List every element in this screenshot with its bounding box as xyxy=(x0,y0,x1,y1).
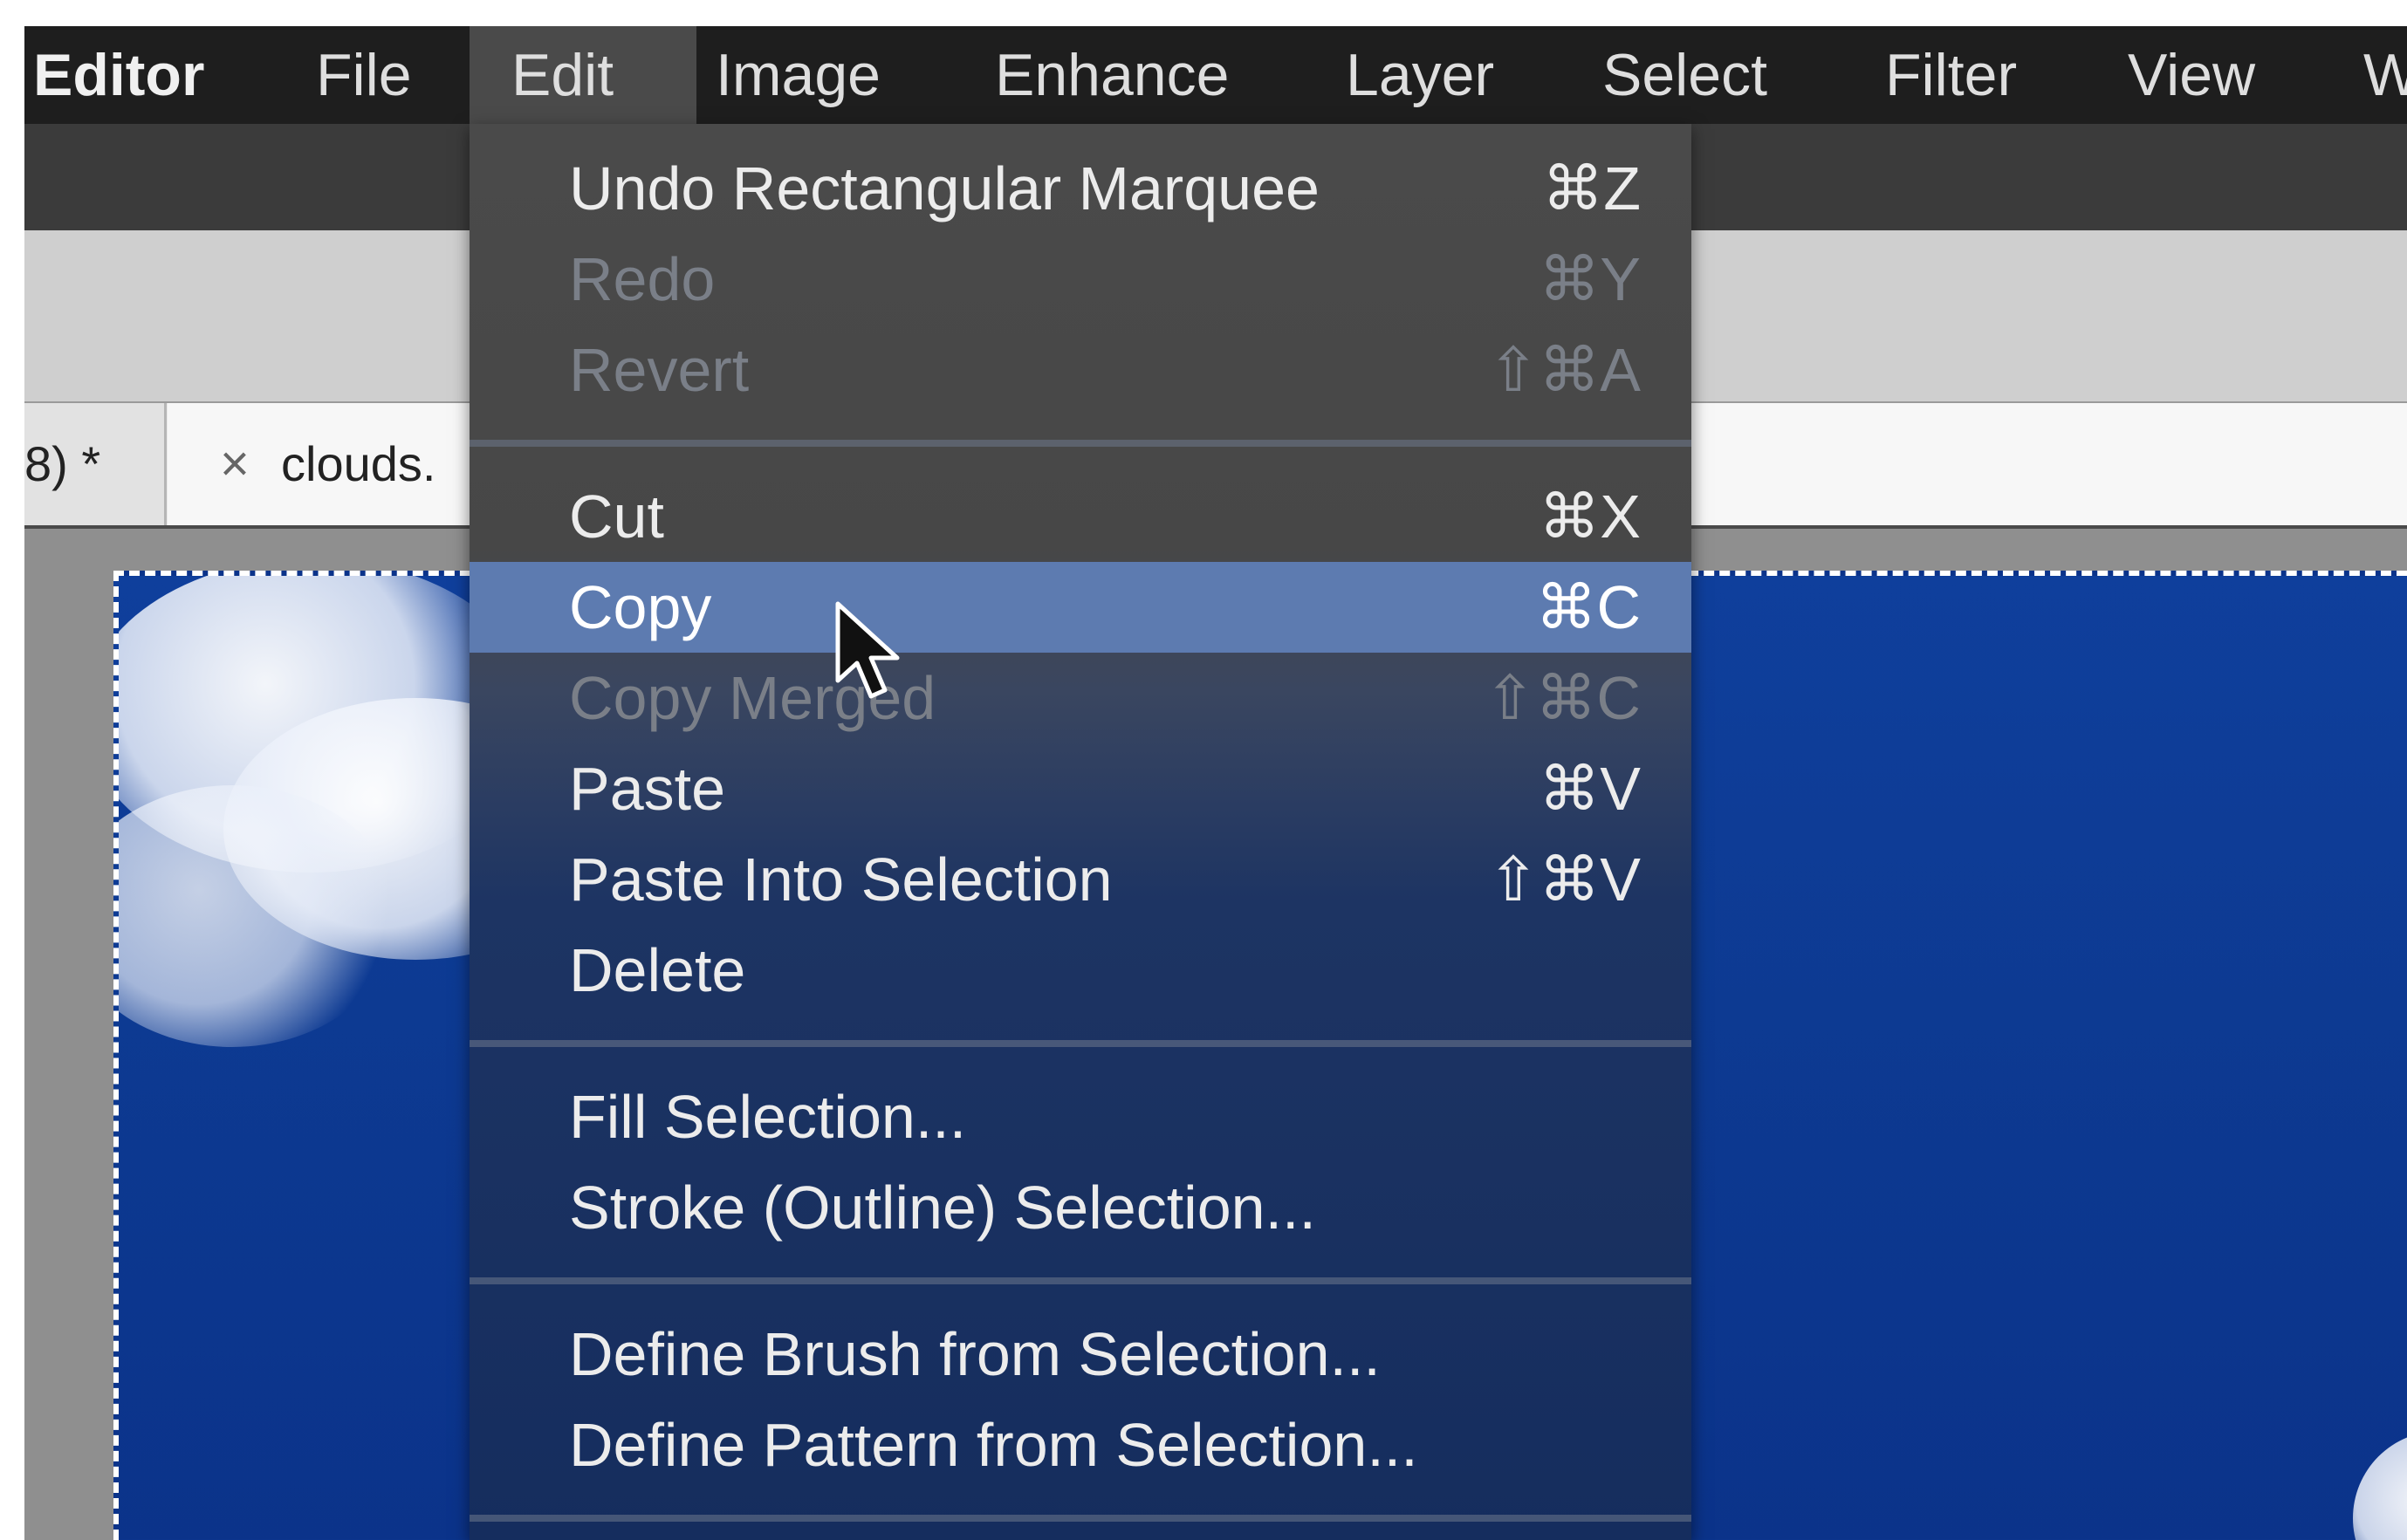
menu-select[interactable]: Select xyxy=(1602,26,1767,124)
menu-item-copy-merged: Copy Merged ⇧⌘C xyxy=(470,653,1691,743)
menu-image[interactable]: Image xyxy=(716,26,881,124)
menu-item-label: Define Brush from Selection... xyxy=(569,1320,1381,1388)
menu-item-label: Fill Selection... xyxy=(569,1083,967,1151)
mouse-cursor-icon xyxy=(835,601,900,699)
menu-item-label: Delete xyxy=(569,936,746,1004)
menu-item-define-pattern[interactable]: Define Pattern from Selection... xyxy=(470,1400,1691,1490)
editor-window: Editor File Edit Image Enhance Layer Sel… xyxy=(0,0,2407,1540)
menu-item-cut[interactable]: Cut ⌘X xyxy=(470,471,1691,562)
menu-item-shortcut: ⇧⌘A xyxy=(1487,336,1641,404)
menu-separator xyxy=(470,1040,1691,1047)
menu-item-label: Paste xyxy=(569,755,725,823)
menu-bar: Editor File Edit Image Enhance Layer Sel… xyxy=(24,26,2407,124)
menu-item-shortcut: ⌘Z xyxy=(1542,154,1641,222)
menu-separator xyxy=(470,1277,1691,1284)
menu-item-label: Redo xyxy=(569,245,716,313)
menu-item-paste-into-selection[interactable]: Paste Into Selection ⇧⌘V xyxy=(470,834,1691,925)
menu-item-shortcut: ⌘Y xyxy=(1539,245,1641,313)
menu-item-copy[interactable]: Copy ⌘C xyxy=(470,562,1691,653)
menu-item-label: Paste Into Selection xyxy=(569,845,1113,914)
close-icon[interactable]: × xyxy=(220,403,250,525)
tab-title: 8) * xyxy=(24,436,101,491)
menu-file[interactable]: File xyxy=(316,26,412,124)
menu-item-shortcut: ⌘C xyxy=(1535,573,1641,641)
menu-item-fill-selection[interactable]: Fill Selection... xyxy=(470,1071,1691,1162)
menu-window[interactable]: W xyxy=(2363,26,2407,124)
menu-item-define-brush[interactable]: Define Brush from Selection... xyxy=(470,1309,1691,1400)
menu-edit-label: Edit xyxy=(511,42,614,108)
menu-item-label: Copy xyxy=(569,573,712,641)
menu-item-label: Undo Rectangular Marquee xyxy=(569,154,1320,222)
menu-edit[interactable]: Edit xyxy=(470,26,696,124)
menu-item-shortcut: ⇧⌘C xyxy=(1484,664,1641,732)
menu-layer[interactable]: Layer xyxy=(1346,26,1494,124)
cloud xyxy=(2353,1431,2407,1540)
menu-filter[interactable]: Filter xyxy=(1885,26,2017,124)
menu-separator xyxy=(470,1515,1691,1522)
menu-item-label: Stroke (Outline) Selection... xyxy=(569,1174,1316,1242)
menu-item-revert: Revert ⇧⌘A xyxy=(470,325,1691,415)
menu-editor[interactable]: Editor xyxy=(33,26,204,124)
menu-item-redo: Redo ⌘Y xyxy=(470,234,1691,325)
tab-title: clouds. xyxy=(281,436,436,491)
menu-view[interactable]: View xyxy=(2128,26,2255,124)
document-tab-previous[interactable]: 8) * xyxy=(24,403,167,525)
menu-item-undo[interactable]: Undo Rectangular Marquee ⌘Z xyxy=(470,143,1691,234)
menu-enhance[interactable]: Enhance xyxy=(995,26,1229,124)
menu-item-shortcut: ⌘X xyxy=(1539,483,1641,551)
menu-item-delete[interactable]: Delete xyxy=(470,925,1691,1016)
menu-item-paste[interactable]: Paste ⌘V xyxy=(470,743,1691,834)
edit-menu-dropdown: Undo Rectangular Marquee ⌘Z Redo ⌘Y Reve… xyxy=(470,124,1691,1540)
menu-item-shortcut: ⇧⌘V xyxy=(1487,845,1641,914)
menu-item-label: Define Pattern from Selection... xyxy=(569,1411,1418,1479)
menu-item-shortcut: ⌘V xyxy=(1539,755,1641,823)
menu-item-label: Cut xyxy=(569,483,664,551)
menu-separator xyxy=(470,440,1691,447)
menu-item-stroke-selection[interactable]: Stroke (Outline) Selection... xyxy=(470,1162,1691,1253)
menu-item-label: Revert xyxy=(569,336,750,404)
